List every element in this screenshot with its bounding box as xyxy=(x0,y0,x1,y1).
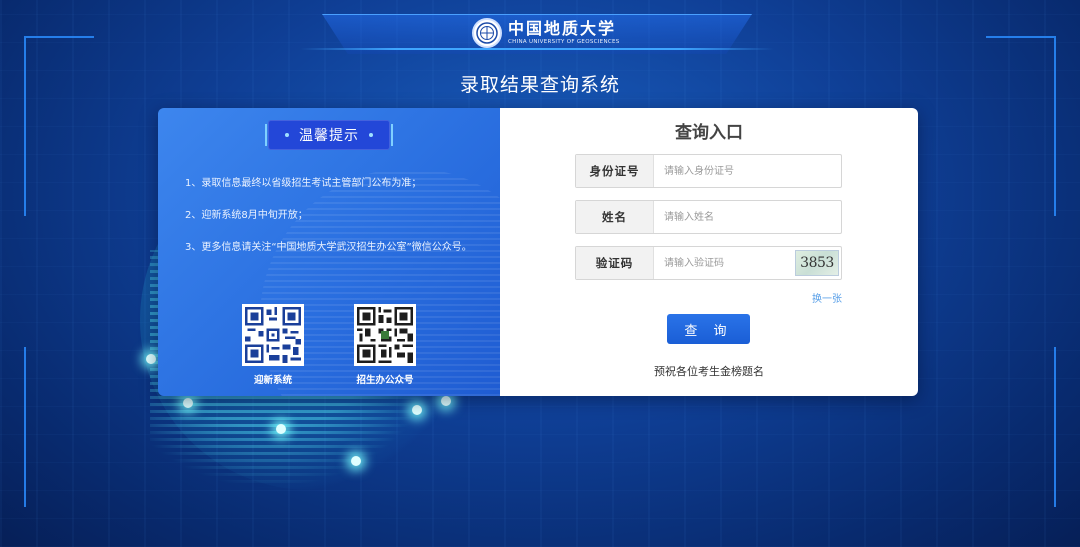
qr-code-icon xyxy=(242,304,304,366)
glow-dot xyxy=(351,456,361,466)
notice-item: 3、更多信息请关注“中国地质大学武汉招生办公室”微信公众号。 xyxy=(185,242,472,253)
university-seal-icon xyxy=(472,18,502,48)
wish-text: 预祝各位考生金榜题名 xyxy=(654,365,764,378)
frame-corner-top-right xyxy=(986,36,1056,216)
id-number-input[interactable] xyxy=(654,155,841,187)
name-input[interactable] xyxy=(654,201,841,233)
captcha-label: 验证码 xyxy=(576,247,654,279)
notice-item: 1、录取信息最终以省级招生考试主管部门公布为准； xyxy=(185,178,422,189)
glow-dot xyxy=(276,424,286,434)
tips-title: 温馨提示 xyxy=(299,128,359,144)
glow-dot xyxy=(441,396,451,406)
qr-admissions-account: 招生办公众号 xyxy=(354,304,416,386)
notice-list: 1、录取信息最终以省级招生考试主管部门公布为准； 2、迎新系统8月中旬开放； 3… xyxy=(185,174,475,270)
tips-badge: 温馨提示 xyxy=(265,120,393,150)
qr-welcome-system: 迎新系统 xyxy=(242,304,304,386)
badge-dot-icon xyxy=(369,133,373,137)
query-panel: 查询入口 身份证号 姓名 验证码 3853 换一张 查 询 预祝各位考生金榜题名 xyxy=(500,108,918,396)
frame-edge-bottom-right xyxy=(1016,347,1056,507)
name-label: 姓名 xyxy=(576,201,654,233)
notice-item: 2、迎新系统8月中旬开放； xyxy=(185,210,308,221)
main-panel: 温馨提示 1、录取信息最终以省级招生考试主管部门公布为准； 2、迎新系统8月中旬… xyxy=(158,108,918,396)
university-logo: 中国地质大学 CHINA UNIVERSITY OF GEOSCIENCES xyxy=(472,16,620,50)
name-field: 姓名 xyxy=(575,200,842,234)
glow-dot xyxy=(183,398,193,408)
query-entry-title: 查询入口 xyxy=(675,123,743,143)
captcha-input[interactable] xyxy=(654,247,795,279)
qr-label: 迎新系统 xyxy=(253,375,292,386)
captcha-image[interactable]: 3853 xyxy=(795,250,839,276)
query-button[interactable]: 查 询 xyxy=(667,314,750,344)
refresh-captcha-link[interactable]: 换一张 xyxy=(812,290,842,305)
glow-dot xyxy=(412,405,422,415)
qr-label: 招生办公众号 xyxy=(356,375,414,386)
logo-english-name: CHINA UNIVERSITY OF GEOSCIENCES xyxy=(508,38,620,45)
logo-chinese-name: 中国地质大学 xyxy=(508,18,617,38)
glow-dot xyxy=(146,354,156,364)
id-number-field: 身份证号 xyxy=(575,154,842,188)
tips-panel: 温馨提示 1、录取信息最终以省级招生考试主管部门公布为准； 2、迎新系统8月中旬… xyxy=(158,108,560,396)
captcha-field: 验证码 3853 xyxy=(575,246,842,280)
badge-dot-icon xyxy=(285,133,289,137)
qr-code-icon xyxy=(354,304,416,366)
system-title: 录取结果查询系统 xyxy=(459,74,620,96)
frame-edge-bottom-left xyxy=(24,347,64,507)
id-number-label: 身份证号 xyxy=(576,155,654,187)
frame-corner-top-left xyxy=(24,36,94,216)
